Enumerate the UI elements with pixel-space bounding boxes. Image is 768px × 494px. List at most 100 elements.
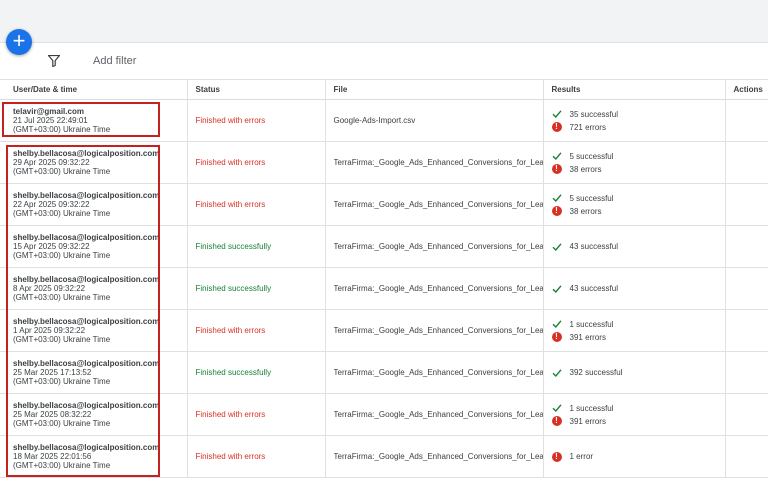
column-header-file[interactable]: File <box>325 80 544 100</box>
table-row[interactable]: telavir@gmail.com 21 Jul 2025 22:49:01 (GM… <box>0 99 768 142</box>
status-text: Finished with errors <box>195 116 266 125</box>
result-errors: ! 721 errors <box>551 121 725 134</box>
timezone: (GMT+03:00) Ukraine Time <box>13 461 111 470</box>
cell-actions <box>725 393 768 436</box>
table-row[interactable]: shelby.bellacosa@logicalposition.com 1 Ap… <box>0 309 768 352</box>
user-email: telavir@gmail.com <box>13 107 84 116</box>
cell-actions <box>725 225 768 268</box>
import-date: 18 Mar 2025 22:01:56 <box>13 452 92 461</box>
check-icon <box>552 152 562 161</box>
import-date: 1 Apr 2025 09:32:22 <box>13 326 86 335</box>
cell-actions <box>725 141 768 184</box>
table-row[interactable]: shelby.bellacosa@logicalposition.com 22 A… <box>0 183 768 226</box>
timezone: (GMT+03:00) Ukraine Time <box>13 419 111 428</box>
user-email: shelby.bellacosa@logicalposition.com <box>13 191 160 200</box>
table-row[interactable]: shelby.bellacosa@logicalposition.com 25 M… <box>0 393 768 436</box>
result-errors: ! 1 error <box>551 450 725 463</box>
table-row[interactable]: shelby.bellacosa@logicalposition.com 29 A… <box>0 141 768 184</box>
file-name[interactable]: TerraFirma:_Google_Ads_Enhanced_Conversi… <box>334 284 543 293</box>
import-date: 29 Apr 2025 09:32:22 <box>13 158 90 167</box>
table-header-row: User/Date & time Status File Results Act… <box>0 80 768 100</box>
cell-results: 392 successful <box>543 351 726 394</box>
successful-count: 43 successful <box>569 284 618 293</box>
import-date: 25 Mar 2025 17:13:52 <box>13 368 92 377</box>
error-count: 721 errors <box>569 122 606 132</box>
cell-user: shelby.bellacosa@logicalposition.com 22 A… <box>0 183 188 226</box>
user-email: shelby.bellacosa@logicalposition.com <box>13 149 160 158</box>
table-row[interactable]: shelby.bellacosa@logicalposition.com 15 A… <box>0 225 768 268</box>
add-filter-button[interactable]: Add filter <box>93 55 136 67</box>
user-email: shelby.bellacosa@logicalposition.com <box>13 359 160 368</box>
status-text: Finished successfully <box>195 368 272 377</box>
successful-count: 1 successful <box>569 403 614 413</box>
file-name[interactable]: TerraFirma:_Google_Ads_Enhanced_Conversi… <box>334 326 543 335</box>
cell-user: shelby.bellacosa@logicalposition.com 29 A… <box>0 141 188 184</box>
result-successful: 35 successful <box>552 108 725 121</box>
cell-file: TerraFirma:_Google_Ads_Enhanced_Conversi… <box>325 393 544 436</box>
file-name[interactable]: TerraFirma:_Google_Ads_Enhanced_Conversi… <box>334 242 543 251</box>
error-count: 38 errors <box>569 164 602 174</box>
status-text: Finished with errors <box>195 158 266 167</box>
cell-file: TerraFirma:_Google_Ads_Enhanced_Conversi… <box>325 141 544 184</box>
file-name[interactable]: TerraFirma:_Google_Ads_Enhanced_Conversi… <box>334 200 543 209</box>
column-header-results[interactable]: Results <box>543 80 726 100</box>
file-name[interactable]: TerraFirma:_Google_Ads_Enhanced_Conversi… <box>334 158 543 167</box>
top-bar <box>0 0 768 43</box>
column-header-user[interactable]: User/Date & time <box>0 80 188 100</box>
cell-status: Finished with errors <box>187 435 326 478</box>
error-icon: ! <box>551 416 562 426</box>
file-name[interactable]: Google-Ads-Import.csv <box>334 116 543 125</box>
result-errors: ! 391 errors <box>551 415 725 428</box>
timezone: (GMT+03:00) Ukraine Time <box>13 125 111 134</box>
cell-status: Finished with errors <box>187 99 326 142</box>
timezone: (GMT+03:00) Ukraine Time <box>13 251 111 260</box>
cell-user: shelby.bellacosa@logicalposition.com 15 A… <box>0 225 188 268</box>
column-header-status[interactable]: Status <box>187 80 326 100</box>
cell-user: shelby.bellacosa@logicalposition.com 1 Ap… <box>0 309 188 352</box>
check-icon <box>552 404 562 413</box>
file-name[interactable]: TerraFirma:_Google_Ads_Enhanced_Conversi… <box>334 410 543 419</box>
cell-actions <box>725 435 768 478</box>
check-icon <box>552 110 562 119</box>
timezone: (GMT+03:00) Ukraine Time <box>13 167 111 176</box>
cell-actions <box>725 267 768 310</box>
table-row[interactable]: shelby.bellacosa@logicalposition.com 8 Ap… <box>0 267 768 310</box>
status-text: Finished with errors <box>195 200 266 209</box>
successful-count: 5 successful <box>569 193 614 203</box>
status-text: Finished with errors <box>195 326 266 335</box>
file-name[interactable]: TerraFirma:_Google_Ads_Enhanced_Conversi… <box>334 452 543 461</box>
cell-results: 1 successful ! 391 errors <box>543 393 726 436</box>
cell-results: 43 successful <box>543 225 726 268</box>
result-successful: 43 successful <box>552 240 725 253</box>
check-icon <box>552 320 562 329</box>
error-count: 1 error <box>569 452 594 461</box>
user-email: shelby.bellacosa@logicalposition.com <box>13 275 160 284</box>
result-successful: 5 successful <box>552 150 725 163</box>
filter-icon[interactable] <box>48 55 60 67</box>
add-button[interactable]: + <box>6 29 32 55</box>
cell-actions <box>725 183 768 226</box>
result-successful: 43 successful <box>552 282 725 295</box>
cell-results: 35 successful! 721 errors <box>543 99 726 142</box>
cell-user: shelby.bellacosa@logicalposition.com 18 M… <box>0 435 188 478</box>
import-date: 25 Mar 2025 08:32:22 <box>13 410 92 419</box>
successful-count: 392 successful <box>569 368 623 377</box>
table-row[interactable]: shelby.bellacosa@logicalposition.com 18 M… <box>0 435 768 478</box>
table-row[interactable]: shelby.bellacosa@logicalposition.com 25 M… <box>0 351 768 394</box>
cell-file: TerraFirma:_Google_Ads_Enhanced_Conversi… <box>325 267 544 310</box>
timezone: (GMT+03:00) Ukraine Time <box>13 335 111 344</box>
file-name[interactable]: TerraFirma:_Google_Ads_Enhanced_Conversi… <box>334 368 543 377</box>
cell-results: 43 successful <box>543 267 726 310</box>
successful-count: 1 successful <box>569 319 614 329</box>
cell-user: shelby.bellacosa@logicalposition.com 25 M… <box>0 351 188 394</box>
cell-results: ! 1 error <box>543 435 726 478</box>
cell-file: TerraFirma:_Google_Ads_Enhanced_Conversi… <box>325 351 544 394</box>
filter-bar: Add filter <box>0 43 768 80</box>
cell-user: telavir@gmail.com 21 Jul 2025 22:49:01 (GM… <box>0 99 188 142</box>
error-icon: ! <box>551 122 562 132</box>
check-icon <box>552 242 562 251</box>
cell-results: 1 successful! 391 errors <box>543 309 726 352</box>
imports-table: User/Date & time Status File Results Act… <box>0 80 768 478</box>
result-errors: ! 38 errors <box>551 163 725 176</box>
result-successful: 392 successful <box>552 366 725 379</box>
